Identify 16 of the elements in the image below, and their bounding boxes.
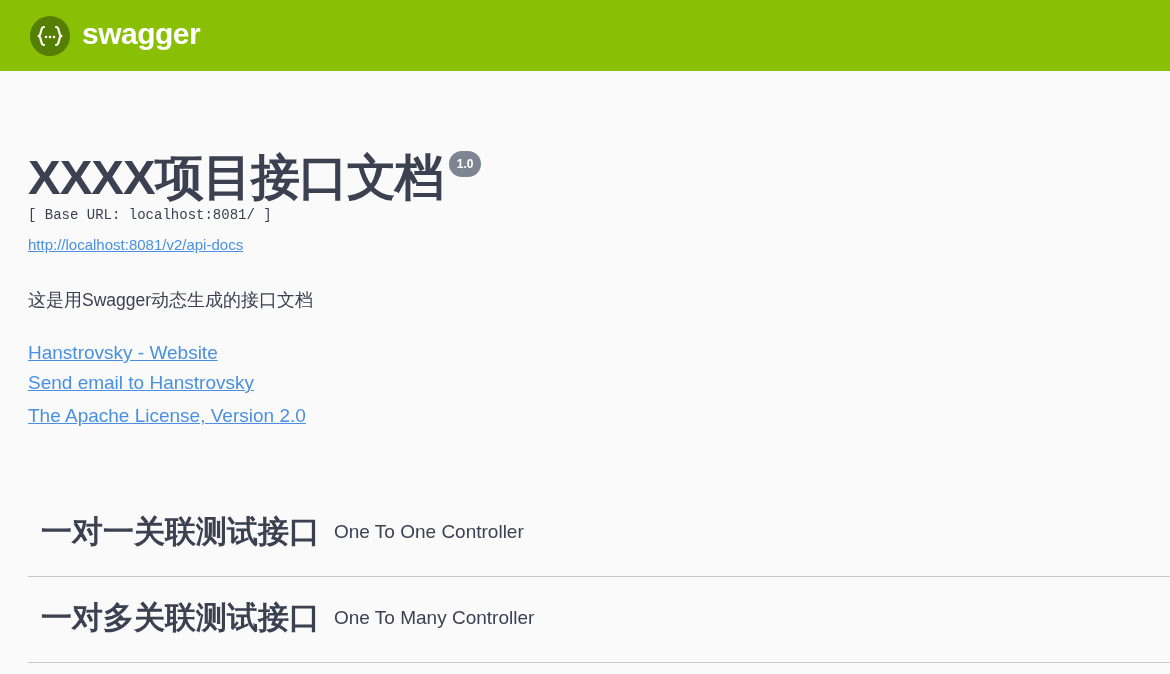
- brand-name[interactable]: swagger: [82, 19, 201, 52]
- tag-name: 一对一关联测试接口: [41, 512, 320, 551]
- contact-link[interactable]: Hanstrovsky - Website: [28, 338, 218, 368]
- tag-description: One To Many Controller: [334, 605, 535, 630]
- api-docs-link[interactable]: http://localhost:8081/v2/api-docs: [28, 236, 244, 253]
- logo-icon: [30, 15, 70, 56]
- base-url-text: [ Base URL: localhost:8081/ ]: [28, 206, 273, 224]
- tag-name: 一对多关联测试接口: [41, 598, 320, 637]
- tag-section-header[interactable]: 一对多关联测试接口 One To Many Controller: [28, 577, 1170, 663]
- license-link[interactable]: The Apache License, Version 2.0: [28, 405, 306, 426]
- tag-description: One To One Controller: [334, 519, 524, 544]
- contact-link[interactable]: Send email to Hanstrovsky: [28, 368, 254, 398]
- version-badge: 1.0: [448, 151, 482, 177]
- description-text: 这是用Swagger动态生成的接口文档: [28, 289, 315, 312]
- api-title: XXXX项目接口文档: [28, 149, 443, 205]
- tag-section-header[interactable]: 一对一关联测试接口 One To One Controller: [28, 491, 1170, 577]
